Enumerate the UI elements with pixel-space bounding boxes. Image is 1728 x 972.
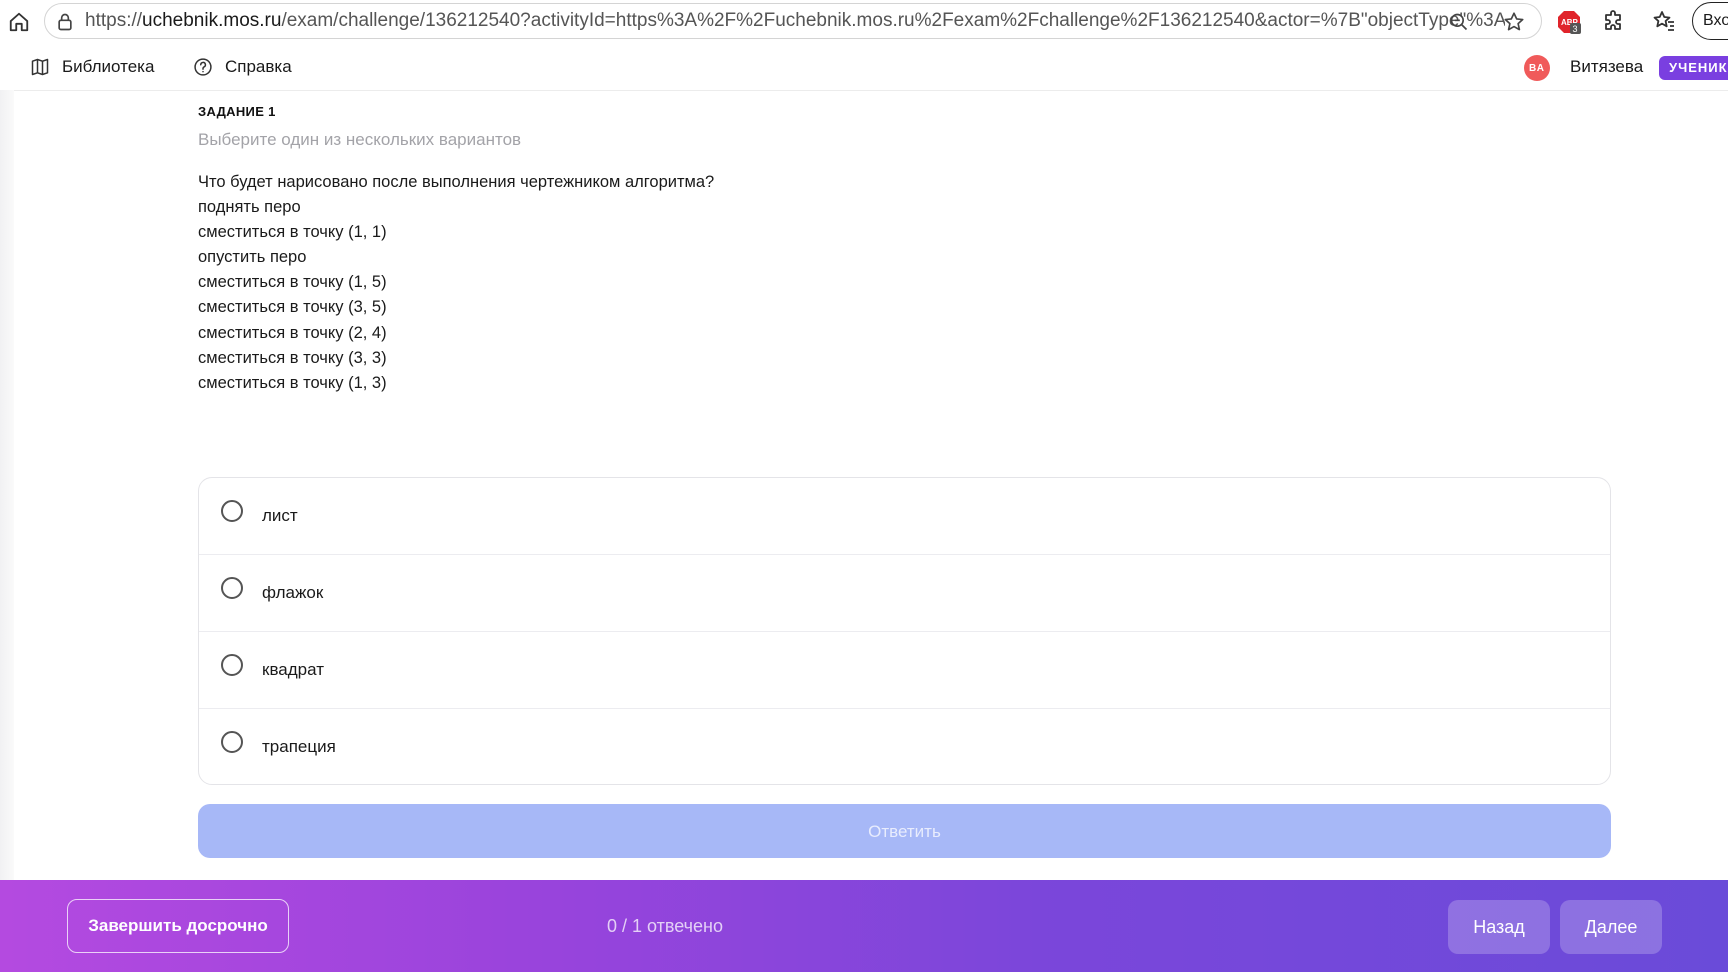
- test-footer: Завершить досрочно 0 / 1 отвечено Назад …: [0, 880, 1728, 972]
- radio-button[interactable]: [221, 500, 243, 522]
- adblock-extension-icon[interactable]: ABP 3: [1556, 9, 1582, 35]
- question-line: Что будет нарисовано после выполнения че…: [198, 173, 715, 191]
- radio-button[interactable]: [221, 654, 243, 676]
- nav-library[interactable]: Библиотека: [30, 44, 154, 90]
- site-header: Библиотека Справка ВА Витязева УЧЕНИК: [0, 44, 1728, 91]
- nav-help[interactable]: Справка: [193, 44, 292, 90]
- extension-badge-count: 3: [1573, 24, 1578, 34]
- url-path: /exam/challenge/136212540?activityId=htt…: [281, 10, 1505, 31]
- question-line: сместиться в точку (1, 3): [198, 373, 387, 392]
- question-line: сместиться в точку (1, 1): [198, 223, 387, 242]
- question-line: сместиться в точку (3, 5): [198, 298, 387, 317]
- question-line: опустить перо: [198, 248, 307, 267]
- option-label: трапеция: [262, 737, 336, 756]
- favorites-icon[interactable]: [1652, 9, 1678, 35]
- url-prefix: https://: [85, 10, 143, 31]
- radio-button[interactable]: [221, 731, 243, 753]
- task-number: ЗАДАНИЕ 1: [198, 104, 276, 119]
- role-badge: УЧЕНИК: [1659, 56, 1728, 80]
- option-label: лист: [262, 506, 298, 525]
- finish-early-button[interactable]: Завершить досрочно: [67, 899, 289, 953]
- question-line: сместиться в точку (1, 5): [198, 273, 387, 292]
- question-line: сместиться в точку (3, 3): [198, 348, 387, 367]
- left-panel-edge: [0, 90, 14, 880]
- zoom-out-icon[interactable]: [1449, 12, 1469, 32]
- task-instruction: Выберите один из нескольких вариантов: [198, 130, 522, 149]
- question-line: поднять перо: [198, 198, 301, 217]
- back-button[interactable]: Назад: [1448, 900, 1550, 954]
- nav-help-label: Справка: [225, 57, 292, 76]
- user-name[interactable]: Витязева: [1570, 44, 1643, 90]
- extensions-puzzle-icon[interactable]: [1602, 9, 1628, 35]
- question-text: Что будет нарисовано после выполнения че…: [198, 170, 714, 396]
- question-line: сместиться в точку (2, 4): [198, 323, 387, 342]
- option-trapezoid[interactable]: трапеция: [199, 709, 1610, 784]
- address-bar[interactable]: https://uchebnik.mos.ru/exam/challenge/1…: [44, 3, 1542, 39]
- avatar[interactable]: ВА: [1524, 55, 1550, 81]
- option-flag[interactable]: флажок: [199, 555, 1610, 632]
- answered-progress: 0 / 1 отвечено: [607, 916, 723, 936]
- nav-library-label: Библиотека: [62, 57, 155, 76]
- browser-signin-button[interactable]: Вход: [1692, 2, 1728, 40]
- url-text[interactable]: https://uchebnik.mos.ru/exam/challenge/1…: [85, 4, 1505, 38]
- radio-button[interactable]: [221, 577, 243, 599]
- option-list[interactable]: лист: [199, 478, 1610, 555]
- url-host: uchebnik.mos.ru: [142, 10, 282, 31]
- bookmark-star-icon[interactable]: [1503, 11, 1525, 33]
- option-label: флажок: [262, 583, 324, 602]
- book-icon: [31, 58, 49, 76]
- browser-toolbar: https://uchebnik.mos.ru/exam/challenge/1…: [0, 0, 1728, 45]
- answer-options: лист флажок квадрат трапеция: [198, 477, 1611, 785]
- next-button[interactable]: Далее: [1560, 900, 1662, 954]
- option-label: квадрат: [262, 660, 324, 679]
- option-square[interactable]: квадрат: [199, 632, 1610, 709]
- question-circle-icon: [194, 58, 212, 76]
- answer-button[interactable]: Ответить: [198, 804, 1611, 858]
- home-icon[interactable]: [6, 9, 32, 35]
- lock-icon[interactable]: [55, 12, 75, 32]
